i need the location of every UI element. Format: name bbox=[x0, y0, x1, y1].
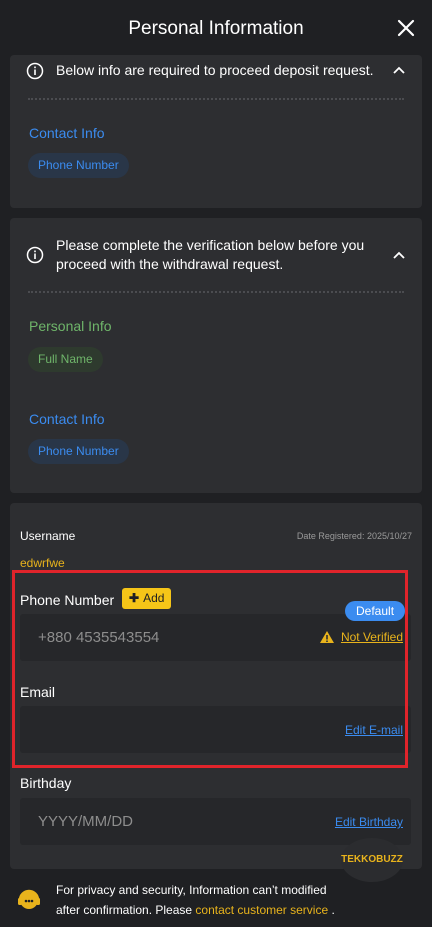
privacy-line-1: For privacy and security, Information ca… bbox=[56, 883, 327, 897]
divider bbox=[28, 98, 404, 100]
privacy-line-2: after confirmation. Please bbox=[56, 903, 196, 917]
requirement-pill-full-name: Full Name bbox=[28, 347, 103, 372]
birthday-placeholder: YYYY/MM/DD bbox=[38, 813, 134, 830]
requirement-pill-phone: Phone Number bbox=[28, 439, 129, 464]
modal-header: Personal Information bbox=[0, 0, 432, 60]
watermark-logo: TEKKOBUZZ bbox=[341, 838, 403, 882]
birthday-label: Birthday bbox=[20, 775, 72, 791]
withdrawal-notice: Please complete the verification below b… bbox=[26, 236, 406, 274]
withdrawal-requirements-card: Please complete the verification below b… bbox=[10, 218, 422, 493]
close-icon[interactable] bbox=[394, 16, 418, 40]
birthday-field[interactable]: YYYY/MM/DD Edit Birthday bbox=[20, 798, 411, 845]
privacy-message: For privacy and security, Information ca… bbox=[56, 880, 335, 920]
deposit-requirements-card: Below info are required to proceed depos… bbox=[10, 55, 422, 208]
contact-customer-service-link[interactable]: contact customer service bbox=[195, 903, 328, 917]
privacy-line-2-end: . bbox=[328, 903, 335, 917]
contact-info-title: Contact Info bbox=[29, 125, 105, 141]
customer-service-icon bbox=[18, 889, 40, 909]
requirement-pill-phone: Phone Number bbox=[28, 153, 129, 178]
contact-info-title: Contact Info bbox=[29, 411, 105, 427]
edit-birthday-link[interactable]: Edit Birthday bbox=[335, 815, 403, 829]
page-title: Personal Information bbox=[128, 18, 304, 39]
chevron-up-icon[interactable] bbox=[392, 249, 406, 263]
info-icon bbox=[26, 62, 44, 80]
date-registered: Date Registered: 2025/10/27 bbox=[296, 531, 412, 541]
username-label: Username bbox=[20, 529, 76, 543]
withdrawal-notice-text: Please complete the verification below b… bbox=[56, 237, 365, 272]
info-icon bbox=[26, 246, 44, 264]
highlight-box bbox=[12, 570, 408, 768]
deposit-notice-text: Below info are required to proceed depos… bbox=[56, 62, 374, 78]
username-value: edwrfwe bbox=[20, 556, 65, 570]
privacy-footer: For privacy and security, Information ca… bbox=[16, 878, 416, 922]
personal-info-title: Personal Info bbox=[29, 318, 112, 334]
chevron-up-icon[interactable] bbox=[392, 64, 406, 78]
deposit-notice: Below info are required to proceed depos… bbox=[26, 61, 406, 80]
divider bbox=[28, 291, 404, 293]
